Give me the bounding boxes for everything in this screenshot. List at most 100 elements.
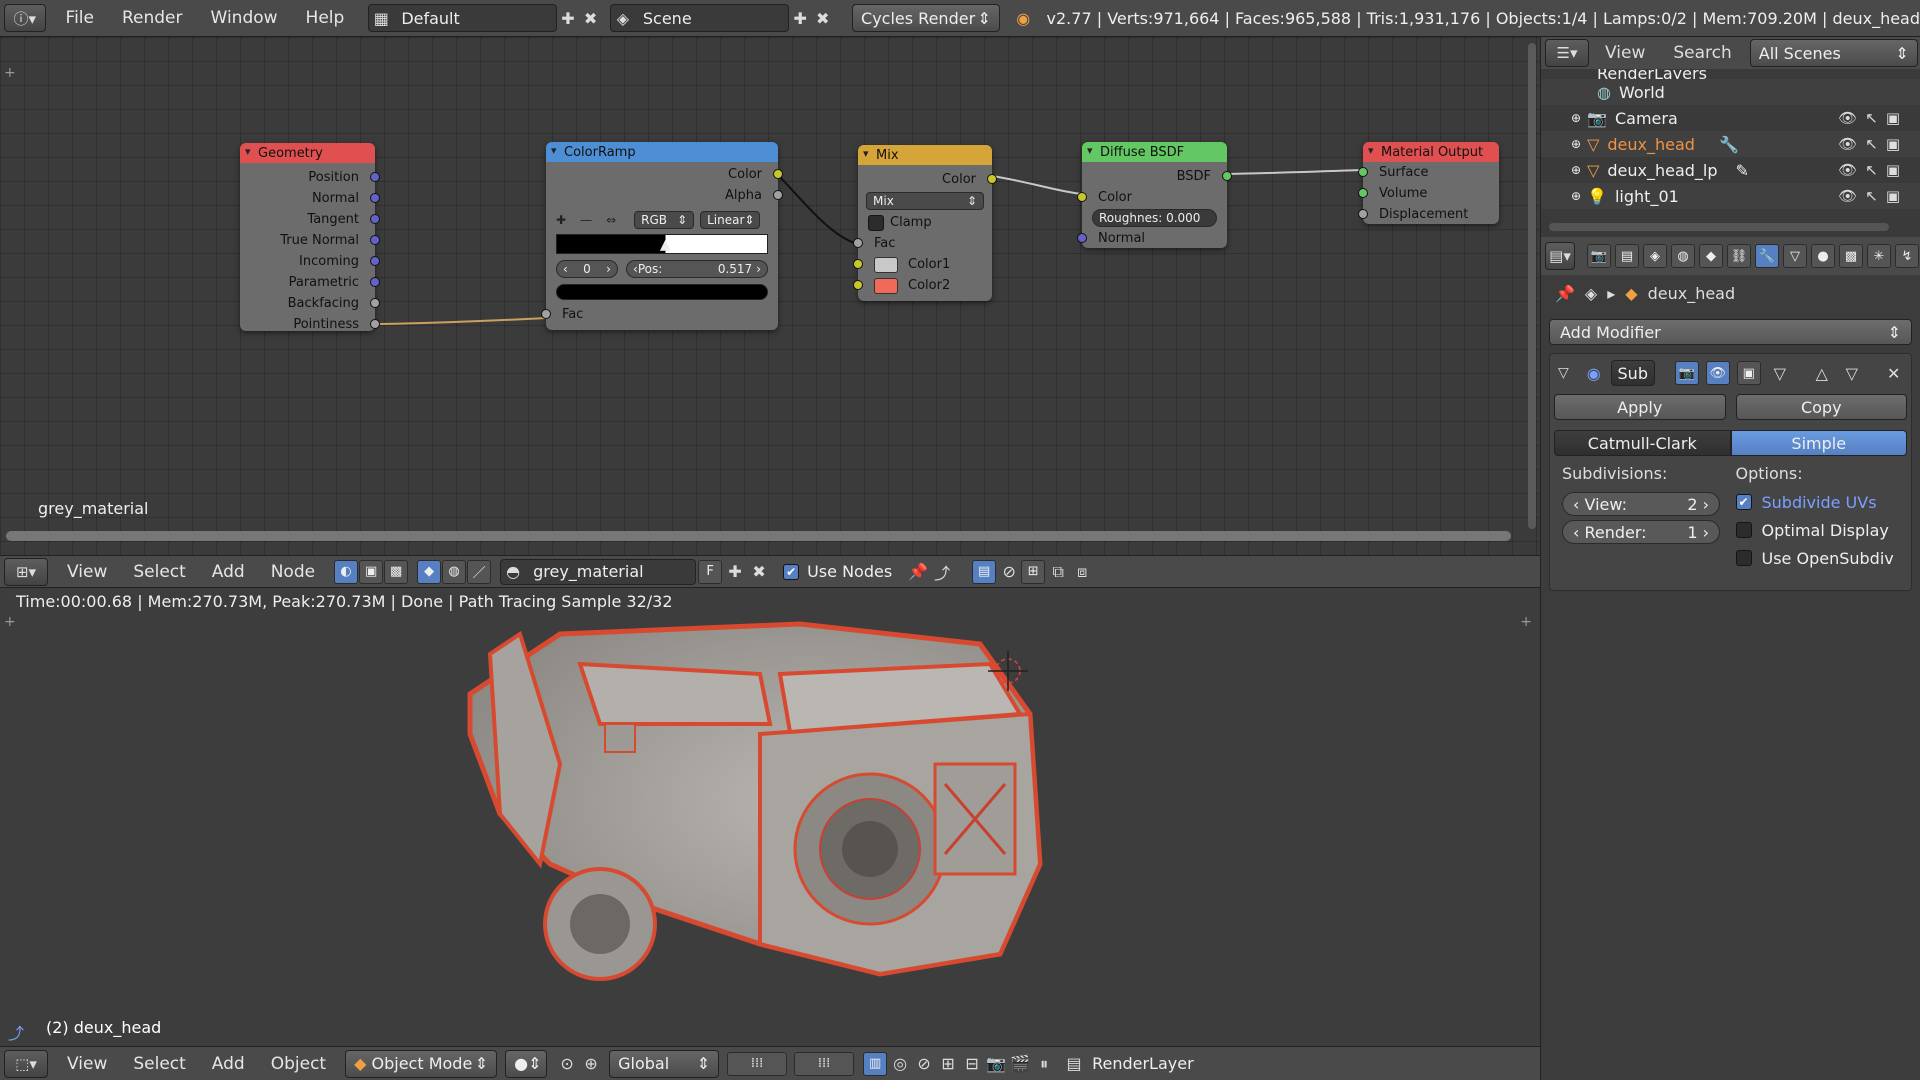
interpolation-dropdown[interactable]: Linear ⇕ [700,211,761,229]
scene-tab-icon[interactable]: ◈ [1643,244,1667,268]
compositing-nodes-icon[interactable]: ▣ [359,559,384,584]
socket-position[interactable] [370,172,380,182]
info-editor-button[interactable]: ⓘ▾ [4,4,46,32]
shading-dropdown[interactable]: ● ⇕ [505,1049,548,1078]
layout-selector[interactable]: ▦ Default [368,4,557,32]
socket-color1-in[interactable] [853,259,863,269]
node-editor-type-button[interactable]: ⊞▾ [4,557,48,586]
subdivide-uvs-checkbox[interactable]: ✔ [1735,494,1752,510]
geometry-node-header[interactable]: Geometry [240,143,375,163]
display-mode-dropdown[interactable]: All Scenes ⇕ [1749,39,1918,67]
menu-node[interactable]: Node [258,562,328,582]
socket-true-normal[interactable] [370,235,380,245]
3d-viewport[interactable]: ⤴ (2) deux_head + + [0,614,1540,1046]
move-down-icon[interactable]: ▽ [1840,361,1864,385]
outliner-scrollbar[interactable] [1549,223,1889,231]
menu-object[interactable]: Object [258,1054,339,1074]
stop-color-swatch[interactable] [556,284,768,300]
render-camera-icon[interactable]: ▣ [1886,187,1900,205]
menu-render[interactable]: Render [108,8,197,28]
physics-tab-icon[interactable]: ↯ [1895,244,1919,268]
fake-user-button[interactable]: F [698,559,723,584]
shader-nodes-icon[interactable]: ◐ [334,559,359,584]
view-levels-field[interactable]: ‹ View: 2 › [1562,492,1720,516]
unlink-material-icon[interactable]: ✖ [747,560,771,584]
backdrop-icon[interactable]: ▤ [972,559,997,584]
use-opensubdiv-checkbox[interactable] [1735,550,1752,566]
world-shader-icon[interactable]: ◍ [442,559,467,584]
outliner-item-camera[interactable]: ⊕ 📷 Camera 👁 ↖ ▣ [1541,105,1920,131]
world-tab-icon[interactable]: ◍ [1671,244,1695,268]
select-cursor-icon[interactable]: ↖ [1865,109,1878,127]
menu-outliner-search[interactable]: Search [1673,43,1731,63]
properties-editor[interactable]: 📌 ◈ ▸ ◆ deux_head Add Modifier ⇕ ▽ ◉ Sub … [1540,275,1920,1080]
render-tab-icon[interactable]: 📷 [1587,244,1611,268]
copy-button[interactable]: Copy [1735,394,1907,420]
collapse-arrow-icon[interactable]: ▽ [1558,365,1569,381]
move-up-icon[interactable]: △ [1810,361,1834,385]
catmull-clark-button[interactable]: Catmull-Clark [1554,430,1731,456]
snap-magnet-icon[interactable]: ⊘ [912,1052,936,1076]
menu-add[interactable]: Add [199,562,258,582]
remove-layout-icon[interactable]: ✖ [579,6,602,30]
horizontal-scrollbar[interactable] [6,531,1511,541]
roughness-field[interactable]: Roughnes: 0.000 [1092,209,1217,227]
modifier-name-field[interactable]: Sub [1610,360,1655,386]
render-camera-icon[interactable]: ▣ [1886,109,1900,127]
outliner-type-button[interactable]: ☰▾ [1545,39,1589,67]
material-tab-icon[interactable]: ● [1811,244,1835,268]
menu-select[interactable]: Select [120,562,198,582]
pin-icon[interactable]: 📌 [906,560,930,584]
region-toggle-plus-icon[interactable]: + [4,65,16,81]
new-material-icon[interactable]: ✚ [723,560,747,584]
select-cursor-icon[interactable]: ↖ [1865,161,1878,179]
socket-normal[interactable] [370,193,380,203]
socket-mix-color-out[interactable] [987,174,997,184]
menu-add[interactable]: Add [199,1054,258,1074]
socket-diffuse-normal-in[interactable] [1077,233,1087,243]
apply-button[interactable]: Apply [1554,394,1726,420]
select-cursor-icon[interactable]: ↖ [1865,187,1878,205]
visibility-eye-icon[interactable]: 👁 [1838,135,1857,153]
snap-element-icon[interactable]: ⊞ [936,1052,960,1076]
viewport-properties-plus-icon[interactable]: + [1520,614,1532,630]
menu-file[interactable]: File [52,8,108,28]
color-ramp-bar[interactable]: ▲ [556,234,768,254]
socket-mix-fac-in[interactable] [853,238,863,248]
socket-backfacing[interactable] [370,298,380,308]
color1-swatch[interactable] [874,256,898,273]
visibility-eye-icon[interactable]: 👁 [1838,109,1857,127]
render-levels-field[interactable]: ‹ Render: 1 › [1562,520,1720,544]
socket-parametric[interactable] [370,277,380,287]
clamp-checkbox[interactable] [868,214,884,231]
object-shader-icon[interactable]: ◆ [417,559,442,584]
lock-camera-icon[interactable]: ▥ [863,1051,888,1076]
color2-swatch[interactable] [874,277,898,294]
simple-button[interactable]: Simple [1730,430,1907,456]
visibility-eye-icon[interactable]: 👁 [1838,161,1857,179]
socket-surface-in[interactable] [1358,167,1368,177]
menu-select[interactable]: Select [120,1054,198,1074]
pivot-point-icon[interactable]: ⊙ [555,1052,579,1076]
diffuse-bsdf-node-header[interactable]: Diffuse BSDF [1082,142,1227,162]
expand-icon[interactable]: ⊕ [1571,189,1581,203]
socket-displacement-in[interactable] [1358,209,1368,219]
geometry-node[interactable]: Geometry Position Normal Tangent True No… [240,143,380,332]
socket-volume-in[interactable] [1358,188,1368,198]
socket-incoming[interactable] [370,256,380,266]
render-preview-icon[interactable]: ⊟ [960,1052,984,1076]
select-cursor-icon[interactable]: ↖ [1865,135,1878,153]
color-mode-dropdown[interactable]: RGB ⇕ [634,211,695,229]
snap-icon[interactable]: ⊘ [997,560,1021,584]
transform-orientation-dropdown[interactable]: Global ⇕ [609,1049,720,1078]
render-engine-dropdown[interactable]: Cycles Render ⇕ [852,4,1000,32]
outliner-item-world[interactable]: ◍ World [1541,79,1920,105]
optimal-display-row[interactable]: Optimal Display [1735,516,1900,544]
line-style-icon[interactable]: ／ [467,559,492,584]
socket-bsdf-out[interactable] [1222,171,1232,181]
texture-tab-icon[interactable]: ▩ [1839,244,1863,268]
viewport-region-plus-icon[interactable]: + [4,614,16,630]
menu-help[interactable]: Help [292,8,359,28]
interaction-mode-dropdown[interactable]: ◆ Object Mode ⇕ [345,1049,498,1078]
viewport-type-button[interactable]: ⬚▾ [4,1049,48,1078]
